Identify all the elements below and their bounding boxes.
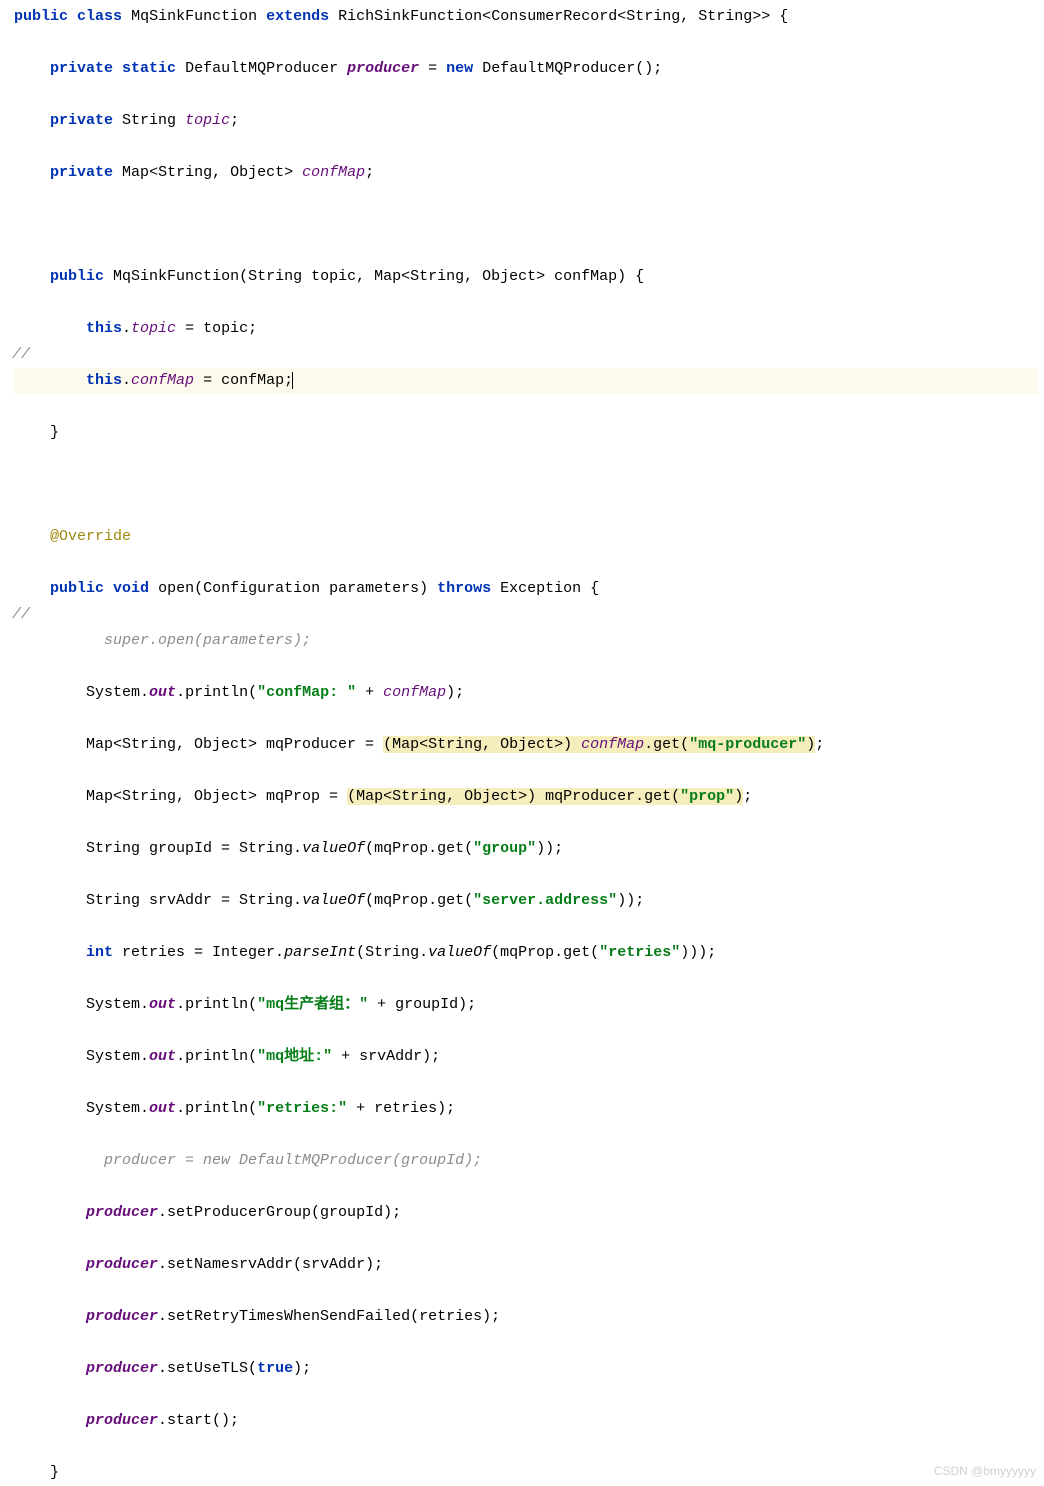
code-line: private static DefaultMQProducer produce… (14, 56, 1038, 82)
code-line: System.out.println("mq地址:" + srvAddr); (14, 1044, 1038, 1070)
code-line: String groupId = String.valueOf(mqProp.g… (14, 836, 1038, 862)
code-line: System.out.println("retries:" + retries)… (14, 1096, 1038, 1122)
code-line: int retries = Integer.parseInt(String.va… (14, 940, 1038, 966)
gutter-comment-marker: // (12, 602, 30, 628)
code-line: producer.setRetryTimesWhenSendFailed(ret… (14, 1304, 1038, 1330)
code-line: producer.setProducerGroup(groupId); (14, 1200, 1038, 1226)
code-line: System.out.println("confMap: " + confMap… (14, 680, 1038, 706)
code-line: } (14, 420, 1038, 446)
code-line: String srvAddr = String.valueOf(mqProp.g… (14, 888, 1038, 914)
code-line: private String topic; (14, 108, 1038, 134)
code-line: private Map<String, Object> confMap; (14, 160, 1038, 186)
code-line: producer = new DefaultMQProducer(groupId… (14, 1148, 1038, 1174)
code-line (14, 472, 1038, 498)
code-line: public void open(Configuration parameter… (14, 576, 1038, 602)
code-line (14, 212, 1038, 238)
code-line: Map<String, Object> mqProp = (Map<String… (14, 784, 1038, 810)
code-line: } (14, 1460, 1038, 1486)
code-line: producer.setNamesrvAddr(srvAddr); (14, 1252, 1038, 1278)
code-line: producer.start(); (14, 1408, 1038, 1434)
code-pre: public class MqSinkFunction extends Rich… (0, 0, 1038, 1486)
code-block: public class MqSinkFunction extends Rich… (0, 0, 1044, 1486)
code-line: super.open(parameters); (14, 628, 1038, 654)
code-line: public MqSinkFunction(String topic, Map<… (14, 264, 1038, 290)
code-line: producer.setUseTLS(true); (14, 1356, 1038, 1382)
code-line: public class MqSinkFunction extends Rich… (14, 4, 1038, 30)
highlighted-line: this.confMap = confMap; (14, 368, 1038, 394)
code-line: System.out.println("mq生产者组：" + groupId); (14, 992, 1038, 1018)
code-line: this.topic = topic; (14, 316, 1038, 342)
code-line: Map<String, Object> mqProducer = (Map<St… (14, 732, 1038, 758)
watermark: CSDN @bmyyyyyy (934, 1458, 1036, 1484)
code-line: @Override (14, 524, 1038, 550)
gutter-comment-marker: // (12, 342, 30, 368)
text-caret (292, 372, 293, 389)
